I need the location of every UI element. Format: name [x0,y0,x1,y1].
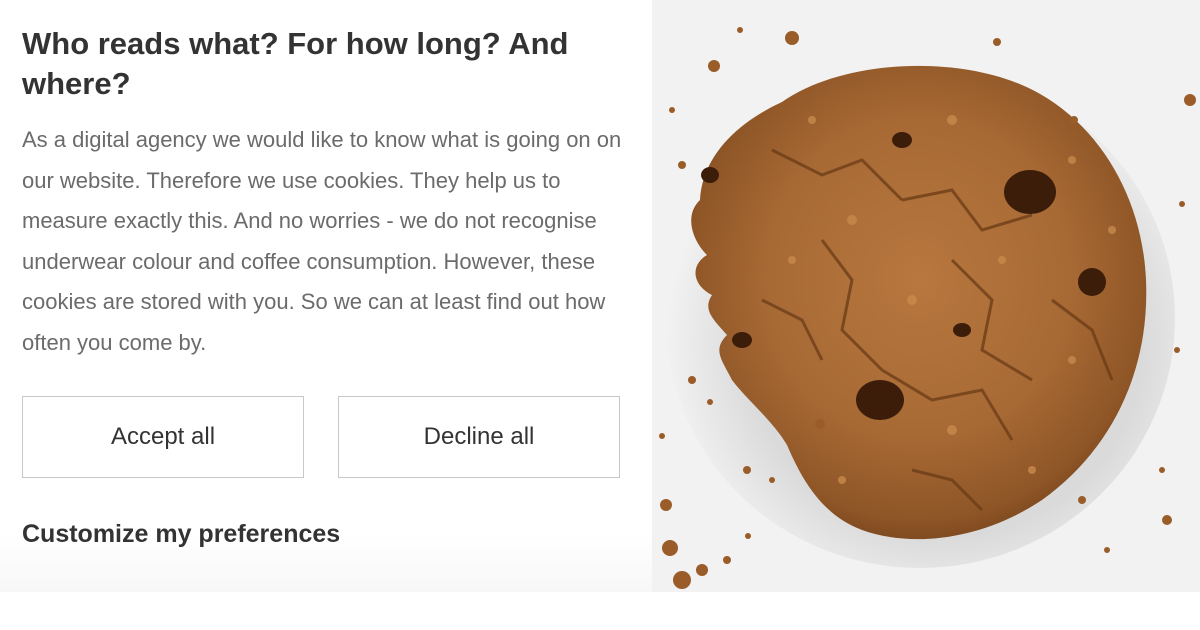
accept-all-button[interactable]: Accept all [22,396,304,478]
cookie-photo [652,0,1200,592]
consent-title: Who reads what? For how long? And where? [22,26,569,101]
consent-description: As a digital agency we would like to kno… [22,127,622,355]
customize-preferences-link[interactable]: Customize my preferences [22,520,340,549]
cookie-consent-banner: Who reads what? For how long? And where?… [0,0,1200,592]
decline-all-button[interactable]: Decline all [338,396,620,478]
cookie-illustration [659,27,1196,589]
consent-content: Who reads what? For how long? And where?… [0,0,652,592]
